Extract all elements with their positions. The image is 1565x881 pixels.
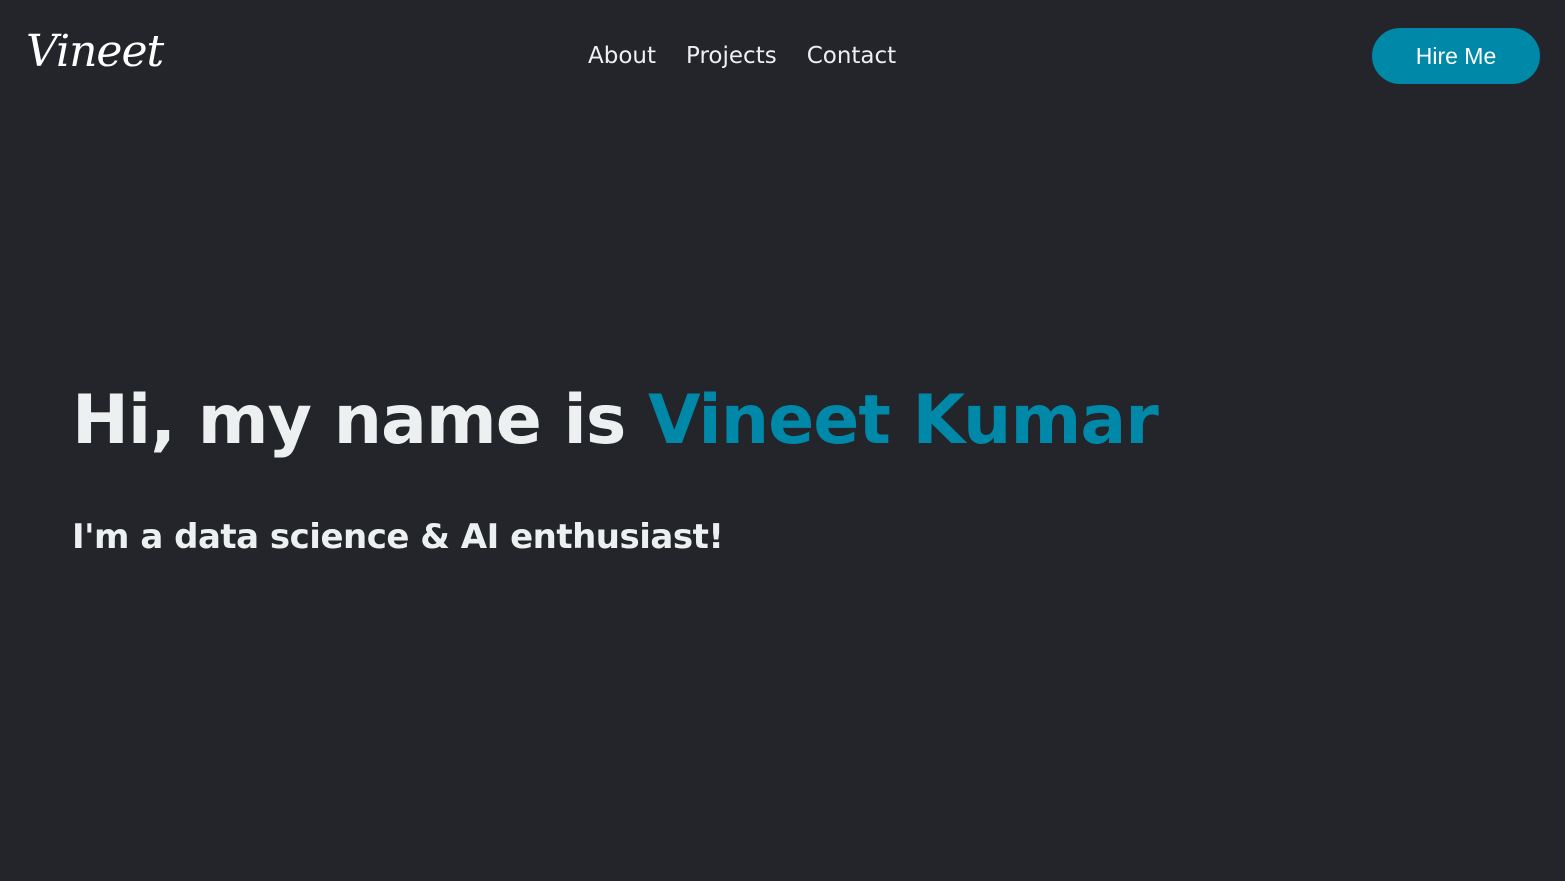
hero-heading: Hi, my name is Vineet Kumar — [72, 378, 1159, 464]
main-nav: About Projects Contact — [588, 38, 896, 74]
nav-link-about[interactable]: About — [588, 43, 656, 69]
nav-link-contact[interactable]: Contact — [807, 43, 896, 69]
nav-link-projects[interactable]: Projects — [686, 43, 777, 69]
portfolio-page: Vineet About Projects Contact Hire Me Hi… — [0, 0, 1565, 881]
hero-name: Vineet Kumar — [647, 381, 1159, 460]
hero-tagline: I'm a data science & AI enthusiast! — [72, 517, 724, 557]
site-logo[interactable]: Vineet — [26, 22, 164, 82]
hire-me-button[interactable]: Hire Me — [1372, 28, 1540, 84]
hero-greeting: Hi, my name is — [72, 381, 648, 460]
